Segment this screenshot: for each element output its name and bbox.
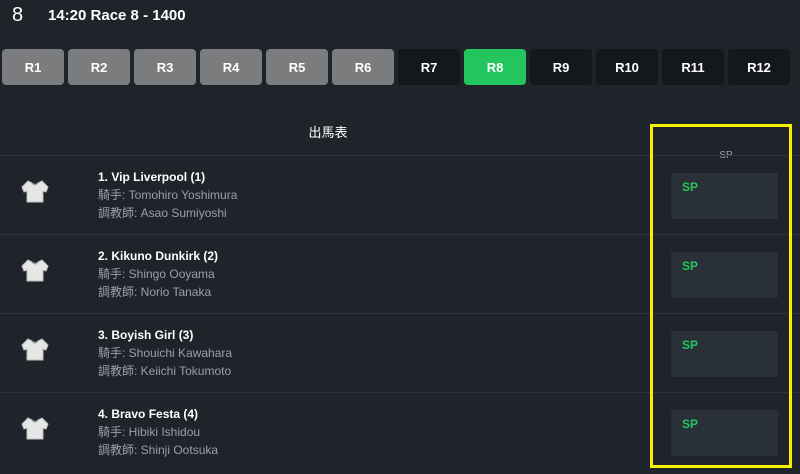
race-tab-label: R12 <box>747 59 771 75</box>
race-tab-r10[interactable]: R10 <box>596 49 658 85</box>
sp-odds-label: SP <box>682 180 699 194</box>
sp-odds-button[interactable]: SP <box>671 410 778 456</box>
runner-name: 3. Boyish Girl (3) <box>98 328 194 342</box>
race-tab-r3[interactable]: R3 <box>134 49 196 85</box>
race-tab-label: R8 <box>486 59 504 75</box>
jockey-name: 騎手: Hibiki Ishidou <box>98 425 201 439</box>
race-header: 8 14:20 Race 8 - 1400 <box>0 0 800 34</box>
race-tab-r4[interactable]: R4 <box>200 49 262 85</box>
runner-name: 2. Kikuno Dunkirk (2) <box>98 249 219 263</box>
sp-odds-label: SP <box>682 417 699 431</box>
jockey-name: 騎手: Shingo Ooyama <box>98 267 215 281</box>
race-number: 8 <box>12 4 24 26</box>
sp-odds-label: SP <box>682 338 699 352</box>
race-tab-r9[interactable]: R9 <box>530 49 592 85</box>
sp-odds-button[interactable]: SP <box>671 331 778 377</box>
jockey-silk-icon <box>21 338 49 361</box>
jockey-name: 騎手: Shouichi Kawahara <box>98 346 233 360</box>
sp-odds-button[interactable]: SP <box>671 173 778 219</box>
jockey-silk-icon <box>21 259 49 282</box>
race-tab-label: R6 <box>354 59 372 75</box>
race-tab-label: R1 <box>24 59 42 75</box>
runner-row: 1. Vip Liverpool (1) 騎手: Tomohiro Yoshim… <box>0 155 800 234</box>
race-tab-r6[interactable]: R6 <box>332 49 394 85</box>
sp-odds-label: SP <box>682 259 699 273</box>
runner-info: 1. Vip Liverpool (1) 騎手: Tomohiro Yoshim… <box>98 168 237 222</box>
race-tab-r7[interactable]: R7 <box>398 49 460 85</box>
race-title: 14:20 Race 8 - 1400 <box>48 7 186 24</box>
runner-info: 3. Boyish Girl (3) 騎手: Shouichi Kawahara… <box>98 326 232 380</box>
runner-row: 3. Boyish Girl (3) 騎手: Shouichi Kawahara… <box>0 313 800 392</box>
race-tab-label: R7 <box>420 59 438 75</box>
runner-name: 4. Bravo Festa (4) <box>98 407 199 421</box>
runner-name: 1. Vip Liverpool (1) <box>98 170 206 184</box>
sp-odds-button[interactable]: SP <box>671 252 778 298</box>
jockey-silk-icon <box>21 180 49 203</box>
runner-info: 2. Kikuno Dunkirk (2) 騎手: Shingo Ooyama … <box>98 247 218 301</box>
race-tab-r8[interactable]: R8 <box>464 49 526 85</box>
race-tab-r2[interactable]: R2 <box>68 49 130 85</box>
race-tab-label: R4 <box>222 59 240 75</box>
race-tab-r12[interactable]: R12 <box>728 49 790 85</box>
race-tab-label: R2 <box>90 59 108 75</box>
trainer-name: 調教師: Asao Sumiyoshi <box>98 206 227 220</box>
race-tab-label: R5 <box>288 59 306 75</box>
race-tab-r1[interactable]: R1 <box>2 49 64 85</box>
race-tab-r11[interactable]: R11 <box>662 49 724 85</box>
jockey-name: 騎手: Tomohiro Yoshimura <box>98 188 238 202</box>
race-tab-label: R11 <box>681 59 705 75</box>
race-tab-bar: R1 R2 R3 R4 R5 R6 R7 R8 R9 R10 R11 R12 <box>0 49 800 85</box>
trainer-name: 調教師: Keiichi Tokumoto <box>98 364 232 378</box>
trainer-name: 調教師: Shinji Ootsuka <box>98 443 219 457</box>
jockey-silk-icon <box>21 417 49 440</box>
race-card-title: 出馬表 <box>308 125 348 140</box>
runner-row: 2. Kikuno Dunkirk (2) 騎手: Shingo Ooyama … <box>0 234 800 313</box>
trainer-name: 調教師: Norio Tanaka <box>98 285 212 299</box>
race-tab-label: R9 <box>552 59 570 75</box>
runner-row: 4. Bravo Festa (4) 騎手: Hibiki Ishidou 調教… <box>0 392 800 471</box>
race-tab-label: R3 <box>156 59 174 75</box>
runner-info: 4. Bravo Festa (4) 騎手: Hibiki Ishidou 調教… <box>98 405 218 459</box>
race-tab-r5[interactable]: R5 <box>266 49 328 85</box>
race-tab-label: R10 <box>615 59 639 75</box>
